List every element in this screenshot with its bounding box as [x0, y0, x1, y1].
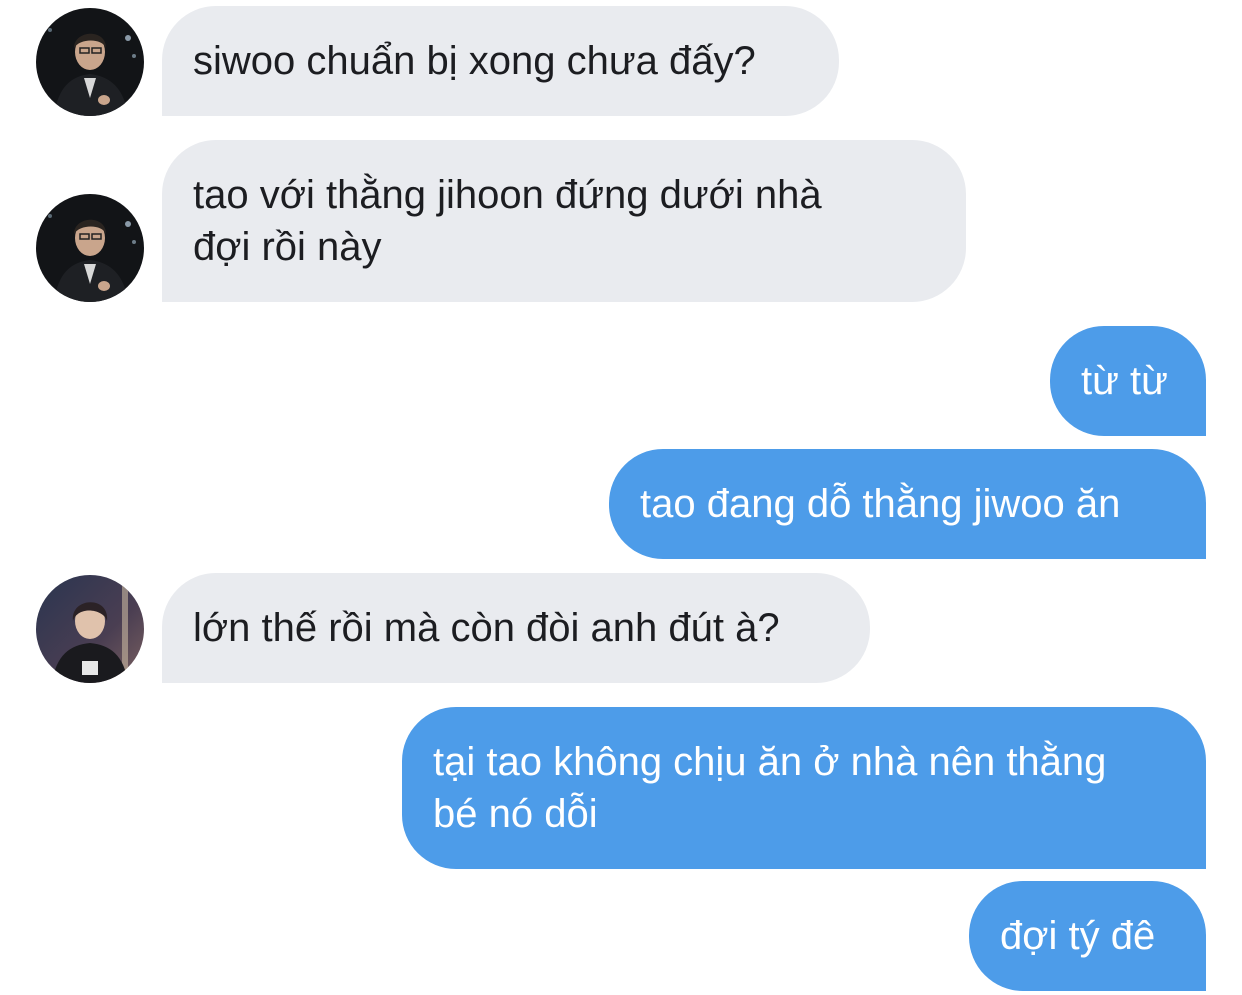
message-text: đợi tý đê — [1000, 914, 1156, 958]
message-text: từ từ — [1081, 359, 1168, 403]
avatar-man-black-suit[interactable] — [36, 8, 144, 116]
message-bubble-outgoing[interactable]: tại tao không chịu ăn ở nhà nên thằng bé… — [402, 707, 1206, 869]
message-bubble-incoming[interactable]: siwoo chuẩn bị xong chưa đấy? — [162, 6, 839, 116]
message-text: siwoo chuẩn bị xong chưa đấy? — [193, 39, 756, 83]
message-text: tao đang dỗ thằng jiwoo ăn — [640, 482, 1121, 526]
message-text: lớn thế rồi mà còn đòi anh đút à? — [193, 606, 780, 650]
message-bubble-incoming[interactable]: tao với thằng jihoon đứng dưới nhà đợi r… — [162, 140, 966, 302]
avatar-player-jersey[interactable] — [36, 575, 144, 683]
message-bubble-outgoing[interactable]: từ từ — [1050, 326, 1206, 436]
message-bubble-outgoing[interactable]: tao đang dỗ thằng jiwoo ăn — [609, 449, 1206, 559]
message-text: tại tao không chịu ăn ở nhà nên thằng bé… — [433, 740, 1107, 836]
avatar-photo-icon — [36, 194, 144, 302]
avatar-man-black-suit[interactable] — [36, 194, 144, 302]
avatar-photo-icon — [36, 575, 144, 683]
message-bubble-incoming[interactable]: lớn thế rồi mà còn đòi anh đút à? — [162, 573, 870, 683]
message-text: tao với thằng jihoon đứng dưới nhà đợi r… — [193, 173, 822, 269]
avatar-photo-icon — [36, 8, 144, 116]
message-bubble-outgoing[interactable]: đợi tý đê — [969, 881, 1206, 991]
